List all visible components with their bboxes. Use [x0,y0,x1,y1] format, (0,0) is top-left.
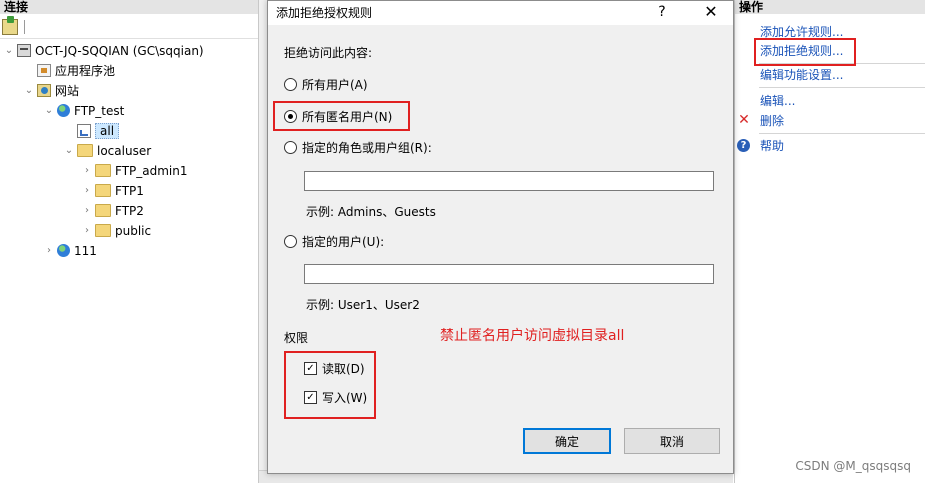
server-icon [17,44,31,57]
tree-item-ftp-test[interactable]: ⌄ FTP_test [44,101,124,121]
help-link[interactable]: 帮助 [760,138,784,154]
tree-item-111[interactable]: › 111 [44,241,97,261]
tree-item-label: FTP_admin1 [115,164,188,178]
checkbox-checked[interactable]: ✓ [304,362,317,375]
tree-item-label: 111 [74,244,97,258]
actions-divider [759,87,925,88]
checkbox-checked[interactable]: ✓ [304,391,317,404]
radio-label: 指定的角色或用户组(R): [302,141,432,155]
collapsed-chevron-icon[interactable]: › [82,221,92,241]
tree-item-label: 应用程序池 [55,64,116,78]
actions-divider [759,63,925,64]
watermark: CSDN @M_qsqsqsq [795,459,911,473]
add-allow-rule-link[interactable]: 添加允许规则... [760,24,843,40]
cancel-button[interactable]: 取消 [624,428,720,454]
checkbox-label: 读取(D) [322,362,365,376]
radio-label: 所有匿名用户(N) [302,110,393,124]
actions-header: 操作 [735,0,925,14]
tree-item-ftp-admin1[interactable]: › FTP_admin1 [82,161,188,181]
radio-roles-or-groups[interactable]: 指定的角色或用户组(R): [284,140,432,156]
radio-button[interactable] [284,141,297,154]
expanded-chevron-icon[interactable]: ⌄ [44,101,54,121]
tree-item-app-pools[interactable]: 应用程序池 [24,61,115,81]
tree-item-all[interactable]: all [64,121,120,141]
actions-divider [759,133,925,134]
tree-item-ftp1[interactable]: › FTP1 [82,181,144,201]
radio-label: 所有用户(A) [302,78,368,92]
globe-icon [57,244,70,257]
edit-link[interactable]: 编辑... [760,93,795,109]
tree-item-label: FTP2 [115,204,144,218]
collapsed-chevron-icon[interactable]: › [82,181,92,201]
tree-item-label: all [95,123,120,139]
connections-toolbar [0,16,258,39]
tree-item-label: public [115,224,152,238]
checkbox-read[interactable]: ✓ 读取(D) [304,361,365,377]
radio-all-users[interactable]: 所有用户(A) [284,77,368,93]
tree-item-label: localuser [97,144,152,158]
tree-item-ftp2[interactable]: › FTP2 [82,201,144,221]
radio-button-selected[interactable] [284,110,297,123]
add-deny-rule-link[interactable]: 添加拒绝规则... [760,43,843,59]
users-input[interactable] [304,264,714,284]
tree-item-label: FTP_test [74,104,125,118]
dialog-title: 添加拒绝授权规则 [276,6,373,20]
delete-icon: ✕ [738,112,750,128]
checkbox-write[interactable]: ✓ 写入(W) [304,390,367,406]
expanded-chevron-icon[interactable]: ⌄ [24,81,34,101]
deny-access-label: 拒绝访问此内容: [284,46,373,60]
permissions-label: 权限 [284,331,309,345]
folder-icon [77,144,93,157]
folder-icon [95,204,111,217]
collapsed-chevron-icon[interactable]: › [82,161,92,181]
roles-example: 示例: Admins、Guests [306,205,436,219]
folder-icon [95,184,111,197]
roles-input[interactable] [304,171,714,191]
radio-label: 指定的用户(U): [302,235,385,249]
toolbar-separator [24,20,25,34]
collapsed-chevron-icon[interactable]: › [82,201,92,221]
expanded-chevron-icon[interactable]: ⌄ [4,41,14,61]
folder-icon [95,164,111,177]
radio-button[interactable] [284,78,297,91]
annotation-text: 禁止匿名用户访问虚拟目录all [440,328,625,344]
folder-icon [95,224,111,237]
tree-item-sites[interactable]: ⌄ 网站 [24,81,79,101]
sites-icon [37,84,51,97]
checkbox-label: 写入(W) [322,391,368,405]
users-example: 示例: User1、User2 [306,298,420,312]
globe-icon [57,104,70,117]
radio-specific-users[interactable]: 指定的用户(U): [284,234,384,250]
tree-item-label: FTP1 [115,184,144,198]
dialog-help-button[interactable]: ? [654,3,670,21]
virtual-directory-icon [77,123,91,138]
dialog-title-bar: 添加拒绝授权规则 ? ✕ [268,1,733,25]
tree-item-public[interactable]: › public [82,221,151,241]
tree-item-label: 网站 [55,84,80,98]
expanded-chevron-icon[interactable]: ⌄ [64,141,74,161]
ok-button[interactable]: 确定 [523,428,611,454]
connect-icon[interactable] [2,16,18,35]
connections-header: 连接 [0,0,258,14]
dialog-close-button[interactable]: ✕ [700,2,722,22]
delete-link[interactable]: 删除 [760,113,784,129]
edit-feature-settings-link[interactable]: 编辑功能设置... [760,67,843,83]
tree-item-localuser[interactable]: ⌄ localuser [64,141,151,161]
app-pool-icon [37,64,51,77]
help-icon: ? [737,139,750,152]
actions-pane: 操作 添加允许规则... 添加拒绝规则... 编辑功能设置... 编辑... ✕… [734,0,925,483]
radio-button[interactable] [284,235,297,248]
radio-all-anonymous-users[interactable]: 所有匿名用户(N) [284,109,392,125]
collapsed-chevron-icon[interactable]: › [44,241,54,261]
add-deny-rule-dialog: 添加拒绝授权规则 ? ✕ 拒绝访问此内容: 所有用户(A) 所有匿名用户(N) … [267,0,734,474]
connections-pane: 连接 ⌄ OCT-JQ-SQQIAN (GC\sqqian) 应用程序池 ⌄ 网站 … [0,0,259,483]
tree-item-label: OCT-JQ-SQQIAN (GC\sqqian) [35,44,204,58]
tree-item-server[interactable]: ⌄ OCT-JQ-SQQIAN (GC\sqqian) [4,41,204,61]
